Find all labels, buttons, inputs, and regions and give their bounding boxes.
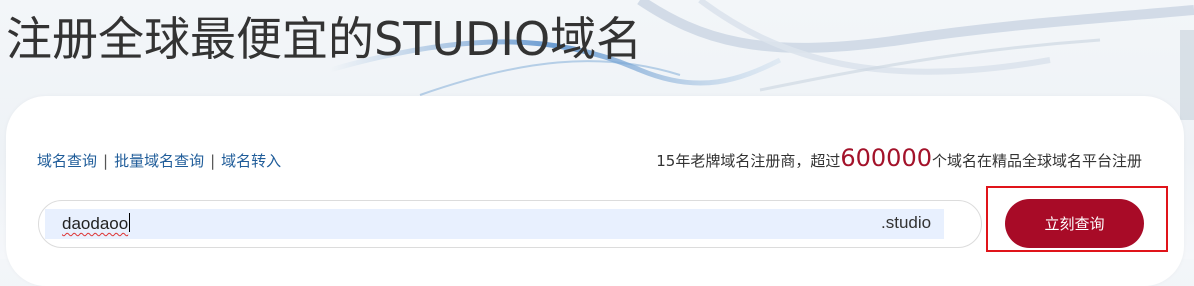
promo-prefix: 15年老牌域名注册商，超过 — [656, 152, 841, 170]
nav-separator: | — [103, 152, 109, 170]
search-mode-nav: 域名查询 | 批量域名查询 | 域名转入 — [37, 150, 281, 171]
page-title: 注册全球最便宜的STUDIO域名 — [6, 12, 643, 66]
nav-link-bulk-domain-search[interactable]: 批量域名查询 — [114, 152, 204, 170]
domain-search-input[interactable] — [45, 209, 944, 239]
domain-tld-suffix: .studio — [881, 213, 932, 232]
nav-link-domain-transfer[interactable]: 域名转入 — [221, 152, 281, 170]
nav-link-domain-search[interactable]: 域名查询 — [37, 152, 97, 170]
promo-highlight-count: 600000 — [840, 144, 932, 172]
search-button[interactable]: 立刻查询 — [1005, 199, 1144, 248]
promo-text: 15年老牌域名注册商，超过600000个域名在精品全球域名平台注册 — [656, 143, 1142, 176]
nav-separator: | — [210, 152, 216, 170]
promo-suffix: 个域名在精品全球域名平台注册 — [931, 152, 1142, 170]
